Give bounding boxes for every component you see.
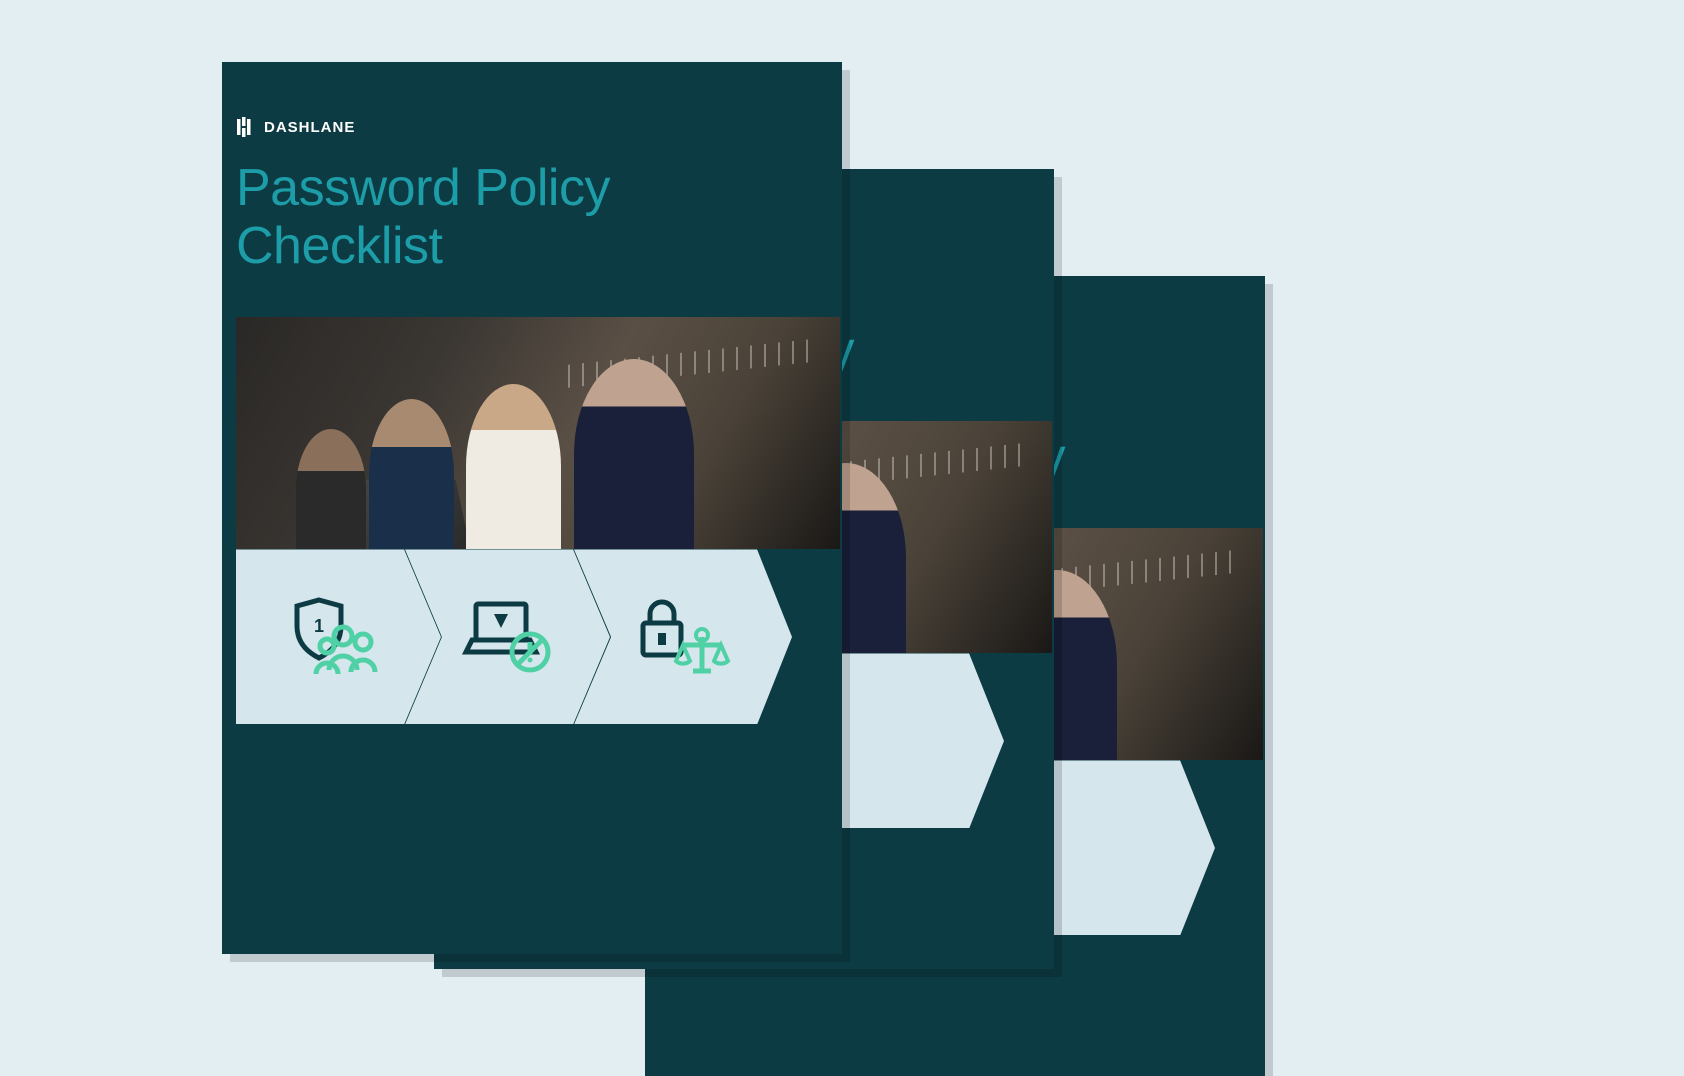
chevron-step-1: 1 (236, 549, 441, 724)
chevron-row: 1 (236, 549, 840, 724)
laptop-blocked-icon (458, 587, 558, 687)
lock-scales-icon (633, 587, 733, 687)
brand-header: DASHLANE (236, 117, 828, 137)
person-silhouette (574, 359, 694, 549)
svg-text:1: 1 (313, 616, 323, 636)
document-stack: DASHLANE Password Policy cy (0, 0, 1684, 954)
person-silhouette (296, 429, 366, 549)
title-line-2: Checklist (236, 217, 442, 275)
shield-users-icon: 1 (289, 587, 389, 687)
hero-image (236, 317, 840, 549)
title-line-1: Password Policy (236, 159, 610, 217)
dashlane-logo-icon (236, 117, 256, 137)
brand-name: DASHLANE (264, 119, 355, 136)
chevron-end-cap (804, 549, 840, 724)
document-card-front: DASHLANE Password Policy Checklist (222, 62, 842, 954)
person-silhouette (369, 399, 454, 549)
document-title: Password Policy Checklist (236, 159, 828, 275)
person-silhouette (466, 384, 561, 549)
